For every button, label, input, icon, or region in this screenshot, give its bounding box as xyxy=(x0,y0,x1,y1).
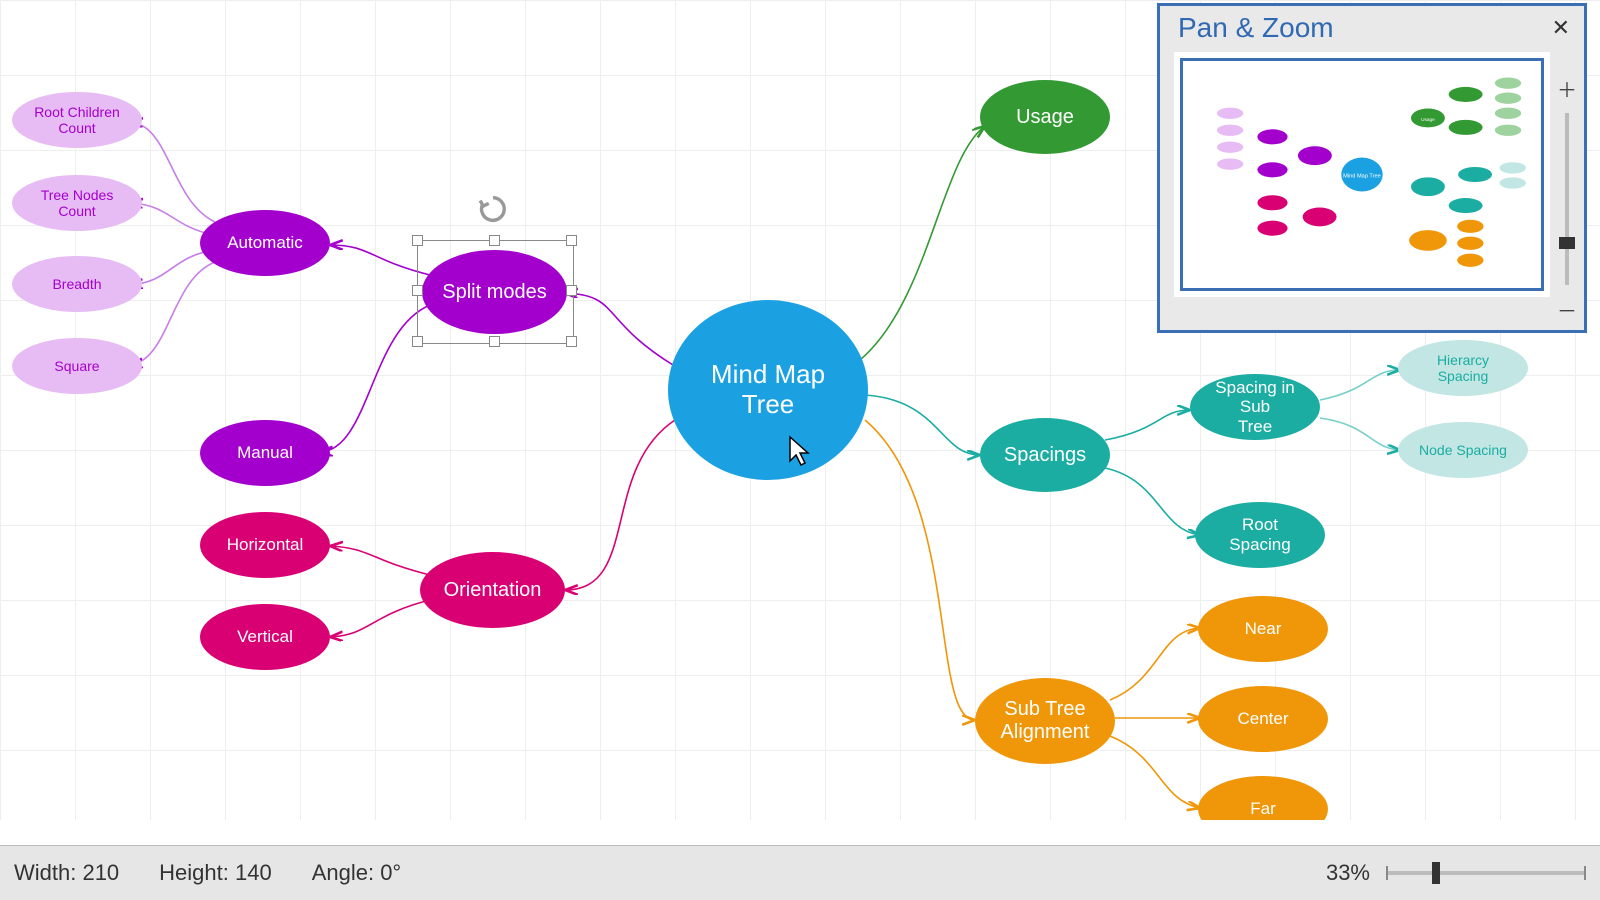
node-label: Breadth xyxy=(52,276,101,292)
node-label: Horizontal xyxy=(227,535,304,555)
node-label: Node Spacing xyxy=(1419,442,1507,458)
status-width: Width: 210 xyxy=(14,860,119,886)
node-orientation[interactable]: Orientation xyxy=(420,552,565,628)
svg-text:Usage: Usage xyxy=(1421,117,1435,122)
zoom-thumb[interactable] xyxy=(1559,237,1575,249)
node-label: Vertical xyxy=(237,627,293,647)
node-label: Sub Tree Alignment xyxy=(1001,698,1090,744)
node-near[interactable]: Near xyxy=(1198,596,1328,662)
node-square[interactable]: Square xyxy=(12,338,142,394)
zoom-in-icon[interactable]: ＋ xyxy=(1557,74,1577,103)
minimap-svg: Mind Map Tree Usage xyxy=(1183,61,1541,288)
node-center[interactable]: Center xyxy=(1198,686,1328,752)
node-label: Mind Map Tree xyxy=(682,360,854,420)
status-height: Height: 140 xyxy=(159,860,272,886)
node-manual[interactable]: Manual xyxy=(200,420,330,486)
status-angle: Angle: 0° xyxy=(312,860,402,886)
resize-handle-e[interactable] xyxy=(566,285,577,296)
resize-handle-ne[interactable] xyxy=(566,235,577,246)
resize-handle-nw[interactable] xyxy=(412,235,423,246)
node-label: Spacings xyxy=(1004,444,1086,467)
node-label: Manual xyxy=(237,443,293,463)
resize-handle-n[interactable] xyxy=(489,235,500,246)
node-hierarchy-spacing[interactable]: Hierarcy Spacing xyxy=(1398,340,1528,396)
pan-zoom-header[interactable]: Pan & Zoom ✕ xyxy=(1160,6,1584,52)
node-label: Near xyxy=(1245,619,1282,639)
node-subtree-alignment[interactable]: Sub Tree Alignment xyxy=(975,678,1115,764)
close-icon[interactable]: ✕ xyxy=(1552,15,1570,41)
zoom-out-icon[interactable]: － xyxy=(1557,295,1577,324)
node-label: Root Children Count xyxy=(34,104,120,136)
resize-handle-sw[interactable] xyxy=(412,336,423,347)
zoom-track[interactable] xyxy=(1565,113,1569,285)
node-breadth[interactable]: Breadth xyxy=(12,256,142,312)
node-automatic[interactable]: Automatic xyxy=(200,210,330,276)
node-root-children-count[interactable]: Root Children Count xyxy=(12,92,142,148)
status-bar: Width: 210 Height: 140 Angle: 0° 33% xyxy=(0,845,1600,900)
selection-box[interactable] xyxy=(417,240,574,344)
node-label: Orientation xyxy=(444,579,542,602)
node-label: Square xyxy=(54,358,99,374)
zoom-horizontal-slider[interactable] xyxy=(1386,871,1586,875)
zoom-slider-thumb[interactable] xyxy=(1432,862,1440,884)
status-zoom: 33% xyxy=(1326,860,1370,886)
resize-handle-se[interactable] xyxy=(566,336,577,347)
rotate-icon[interactable] xyxy=(476,192,510,231)
node-label: Spacing in Sub Tree xyxy=(1204,378,1306,437)
pan-zoom-panel[interactable]: Pan & Zoom ✕ Mind Map Tree Usage xyxy=(1157,3,1587,333)
node-horizontal[interactable]: Horizontal xyxy=(200,512,330,578)
node-label: Hierarcy Spacing xyxy=(1412,352,1514,384)
node-root-spacing[interactable]: Root Spacing xyxy=(1195,502,1325,568)
node-label: Center xyxy=(1237,709,1288,729)
node-label: Automatic xyxy=(227,233,303,253)
node-spacings[interactable]: Spacings xyxy=(980,418,1110,492)
node-label: Tree Nodes Count xyxy=(26,187,128,219)
node-tree-nodes-count[interactable]: Tree Nodes Count xyxy=(12,175,142,231)
svg-text:Mind Map Tree: Mind Map Tree xyxy=(1343,173,1381,179)
resize-handle-w[interactable] xyxy=(412,285,423,296)
node-vertical[interactable]: Vertical xyxy=(200,604,330,670)
pan-zoom-title: Pan & Zoom xyxy=(1178,12,1334,44)
node-label: Far xyxy=(1250,799,1276,819)
pan-zoom-viewport[interactable]: Mind Map Tree Usage xyxy=(1174,52,1550,297)
node-node-spacing[interactable]: Node Spacing xyxy=(1398,422,1528,478)
node-root[interactable]: Mind Map Tree xyxy=(668,300,868,480)
zoom-vertical-slider[interactable]: ＋ － xyxy=(1556,74,1578,324)
node-usage[interactable]: Usage xyxy=(980,80,1110,154)
resize-handle-s[interactable] xyxy=(489,336,500,347)
node-spacing-subtree[interactable]: Spacing in Sub Tree xyxy=(1190,374,1320,440)
node-label: Usage xyxy=(1016,106,1074,129)
pan-zoom-overview[interactable]: Mind Map Tree Usage xyxy=(1180,58,1544,291)
node-label: Root Spacing xyxy=(1209,515,1311,554)
